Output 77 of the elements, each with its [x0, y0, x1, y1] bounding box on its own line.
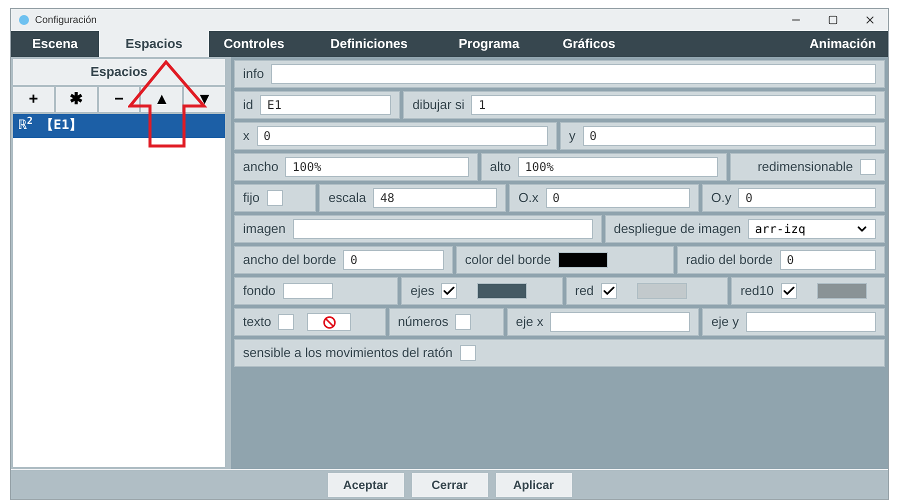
font-button[interactable]	[307, 313, 352, 331]
checkbox[interactable]	[780, 283, 797, 299]
field-label: info	[243, 65, 264, 84]
text-field[interactable]: 0	[256, 126, 548, 146]
text-field[interactable]: 0	[546, 188, 690, 208]
tab[interactable]: Definiciones	[299, 31, 439, 57]
text-field[interactable]: 0	[582, 126, 876, 146]
text-field[interactable]	[550, 312, 690, 332]
text-field[interactable]: 1	[471, 95, 876, 115]
color-swatch[interactable]	[636, 283, 687, 299]
field-label: escala	[328, 189, 366, 208]
field-label: alto	[490, 158, 511, 176]
field-label: eje x	[516, 313, 544, 332]
panel-header: Espacios	[13, 59, 225, 85]
color-swatch[interactable]	[558, 252, 608, 268]
field-label: id	[243, 96, 254, 114]
field-label: números	[398, 313, 448, 332]
field-label: redimensionable	[758, 158, 853, 176]
dropdown[interactable]: arr-izq	[748, 219, 876, 239]
field-label: y	[569, 127, 576, 146]
field-label: red	[574, 282, 594, 300]
text-field[interactable]: 100%	[285, 157, 469, 177]
close-icon[interactable]	[864, 14, 876, 26]
tool-button[interactable]: −	[98, 87, 140, 112]
field-label: fondo	[243, 282, 276, 300]
text-field[interactable]: 0	[343, 250, 444, 270]
text-field[interactable]	[746, 312, 876, 332]
field-label: despliegue de imagen	[614, 220, 741, 238]
field-label: sensible a los movimientos del ratón	[243, 344, 453, 362]
field-label: radio del borde	[686, 251, 773, 270]
tab[interactable]: Animación	[788, 31, 888, 57]
field-label: x	[243, 127, 250, 146]
field-label: ancho del borde	[243, 251, 336, 270]
tab[interactable]: Controles	[209, 31, 299, 57]
tool-button[interactable]: ✱	[56, 87, 97, 112]
field-label: imagen	[243, 220, 286, 238]
field-label: texto	[243, 313, 272, 332]
field-label: O.y	[711, 189, 732, 208]
checkbox[interactable]	[860, 159, 876, 175]
text-field[interactable]: E1	[260, 95, 392, 115]
field-label: O.x	[518, 189, 539, 208]
text-field[interactable]	[270, 64, 876, 84]
checkbox[interactable]	[266, 190, 283, 206]
text-field[interactable]: 0	[780, 250, 876, 270]
field-label: ejes	[410, 282, 434, 300]
checkbox[interactable]	[455, 314, 472, 330]
text-field[interactable]	[292, 219, 593, 239]
no-sign-icon	[322, 316, 336, 328]
checkbox[interactable]	[278, 314, 294, 330]
text-field[interactable]: 100%	[518, 157, 718, 177]
tab[interactable]: Programa	[439, 31, 539, 57]
tab[interactable]: Espacios	[99, 31, 209, 57]
dialog-button[interactable]: Aceptar	[328, 472, 404, 496]
maximize-icon[interactable]	[828, 15, 838, 25]
color-swatch[interactable]	[282, 283, 333, 299]
field-label: ancho	[243, 158, 278, 176]
field-label: fijo	[243, 189, 260, 208]
tab[interactable]: Gráficos	[539, 31, 639, 57]
dialog-button[interactable]: Aplicar	[496, 472, 572, 496]
tool-button[interactable]: ▲	[141, 87, 182, 112]
checkbox[interactable]	[441, 283, 458, 299]
checkbox[interactable]	[600, 283, 617, 299]
window-title: Configuración	[35, 14, 98, 28]
field-label: red10	[740, 282, 774, 300]
field-label: dibujar si	[412, 96, 464, 114]
dialog-button[interactable]: Cerrar	[412, 472, 488, 496]
field-label: eje y	[711, 313, 739, 332]
text-field[interactable]: 48	[373, 188, 498, 208]
app-icon	[19, 15, 29, 25]
color-swatch[interactable]	[816, 283, 867, 299]
tool-button[interactable]: +	[13, 87, 54, 112]
color-swatch[interactable]	[477, 283, 528, 299]
checkbox[interactable]	[460, 345, 476, 361]
tab[interactable]: Escena	[11, 31, 99, 57]
list-item[interactable]: ℝ$^{2}$ 【E1】	[13, 114, 225, 138]
field-label: color del borde	[464, 251, 551, 270]
text-field[interactable]: 0	[738, 188, 876, 208]
